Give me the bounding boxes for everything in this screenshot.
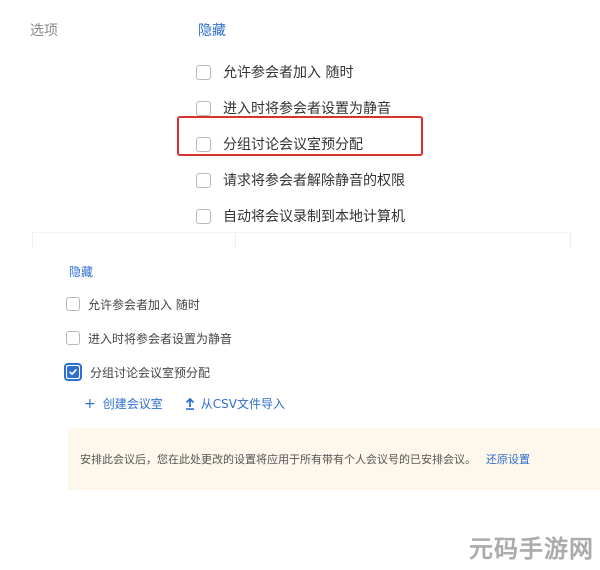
checkbox-auto-record[interactable] [196,208,211,224]
import-csv-button[interactable]: 从CSV文件导入 [185,395,285,412]
option-label: 分组讨论会议室预分配 [90,365,211,380]
upload-icon [185,397,195,410]
option-label: 自动将会议录制到本地计算机 [223,209,405,225]
option-row-request-unmute[interactable]: 请求将参会者解除静音的权限 [196,162,556,198]
checkbox-breakout-preassign-checked[interactable] [64,363,82,381]
hide-link-top[interactable]: 隐藏 [198,20,226,40]
checkbox-mute-on-entry-small[interactable] [66,331,80,345]
plus-icon: + [84,395,96,412]
hide-link-bottom[interactable]: 隐藏 [69,263,93,280]
bottom-options-list: 允许参会者加入 随时 进入时将参会者设置为静音 分组讨论会议室预分配 [64,287,366,389]
settings-notice: 安排此会议后，您在此处更改的设置将应用于所有带有个人会议号的已安排会议。 还原设… [68,428,600,490]
option-row-allow-join[interactable]: 允许参会者加入 随时 [196,54,556,90]
section-divider [32,232,572,247]
watermark-logo: 元码手游网 [469,535,594,563]
checkbox-mute-on-entry[interactable] [196,100,211,116]
checkbox-allow-join[interactable] [196,64,211,80]
option-row-mute-on-entry-small[interactable]: 进入时将参会者设置为静音 [66,321,366,355]
restore-settings-link[interactable]: 还原设置 [486,451,530,467]
option-row-auto-record[interactable]: 自动将会议录制到本地计算机 [196,198,556,234]
import-csv-label: 从CSV文件导入 [200,397,285,411]
option-label: 允许参会者加入 随时 [88,297,200,312]
option-label: 进入时将参会者设置为静音 [223,101,391,117]
breakout-actions: + 创建会议室 从CSV文件导入 [84,395,307,412]
option-label: 进入时将参会者设置为静音 [88,331,233,346]
checkbox-allow-join-small[interactable] [66,297,80,311]
create-room-button[interactable]: + 创建会议室 [84,395,163,412]
highlight-box [177,116,423,156]
options-section-label: 选项 [30,23,58,39]
checkbox-request-unmute[interactable] [196,172,211,188]
option-row-breakout-preassign-small[interactable]: 分组讨论会议室预分配 [64,355,366,389]
option-row-allow-join-small[interactable]: 允许参会者加入 随时 [66,287,366,321]
option-label: 请求将参会者解除静音的权限 [223,173,405,189]
checkmark-icon [67,366,79,378]
notice-text: 安排此会议后，您在此处更改的设置将应用于所有带有个人会议号的已安排会议。 [80,453,476,466]
create-room-label: 创建会议室 [102,397,163,411]
option-label: 允许参会者加入 随时 [223,65,354,81]
